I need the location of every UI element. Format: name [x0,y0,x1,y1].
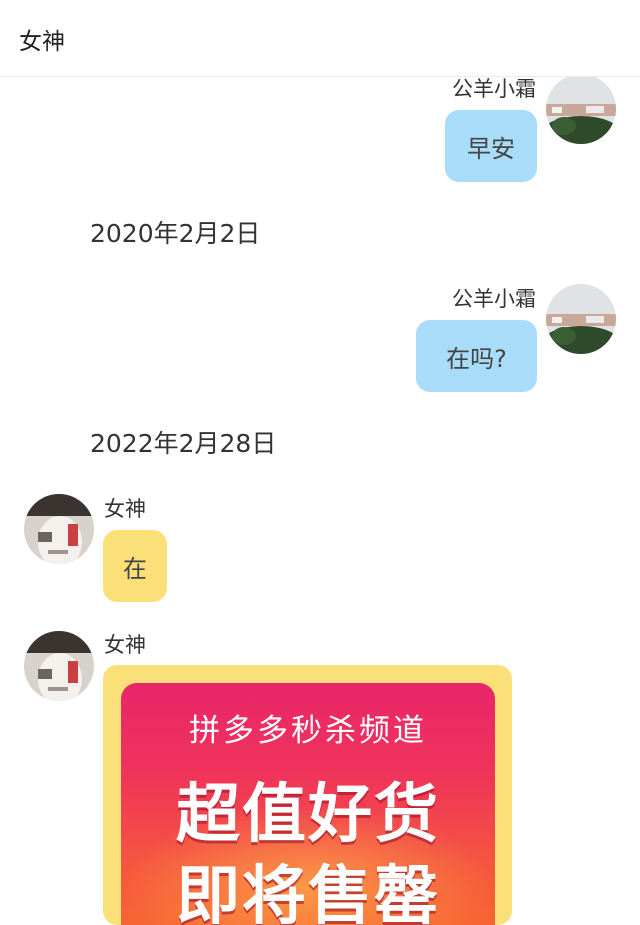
message-text: 在吗? [446,344,507,373]
message-bubble-outgoing[interactable]: 早安 [445,110,537,182]
message-bubble-incoming[interactable]: 在 [103,530,167,602]
image-message-card[interactable]: 拼多多秒杀频道 超值好货 即将售罄 [103,665,512,925]
date-separator: 2022年2月28日 [90,429,277,458]
my-avatar[interactable] [546,284,616,354]
message-text: 在 [123,554,147,583]
my-avatar[interactable] [546,74,616,144]
sender-name: 女神 [104,497,146,521]
promo-subtitle: 拼多多秒杀频道 [189,713,427,749]
promo-headline-2: 即将售罄 [176,860,440,925]
date-separator: 2020年2月2日 [90,219,261,248]
contact-avatar[interactable] [24,494,94,564]
promo-image[interactable]: 拼多多秒杀频道 超值好货 即将售罄 [121,683,495,925]
message-text: 早安 [467,134,515,163]
message-bubble-outgoing[interactable]: 在吗? [416,320,537,392]
chat-title: 女神 [19,29,65,55]
promo-headline: 超值好货 [176,778,440,852]
sender-name: 公羊小霜 [452,77,536,101]
sender-name: 女神 [104,633,146,657]
contact-avatar[interactable] [24,631,94,701]
sender-name: 公羊小霜 [452,287,536,311]
chat-header: 女神 [0,0,640,77]
